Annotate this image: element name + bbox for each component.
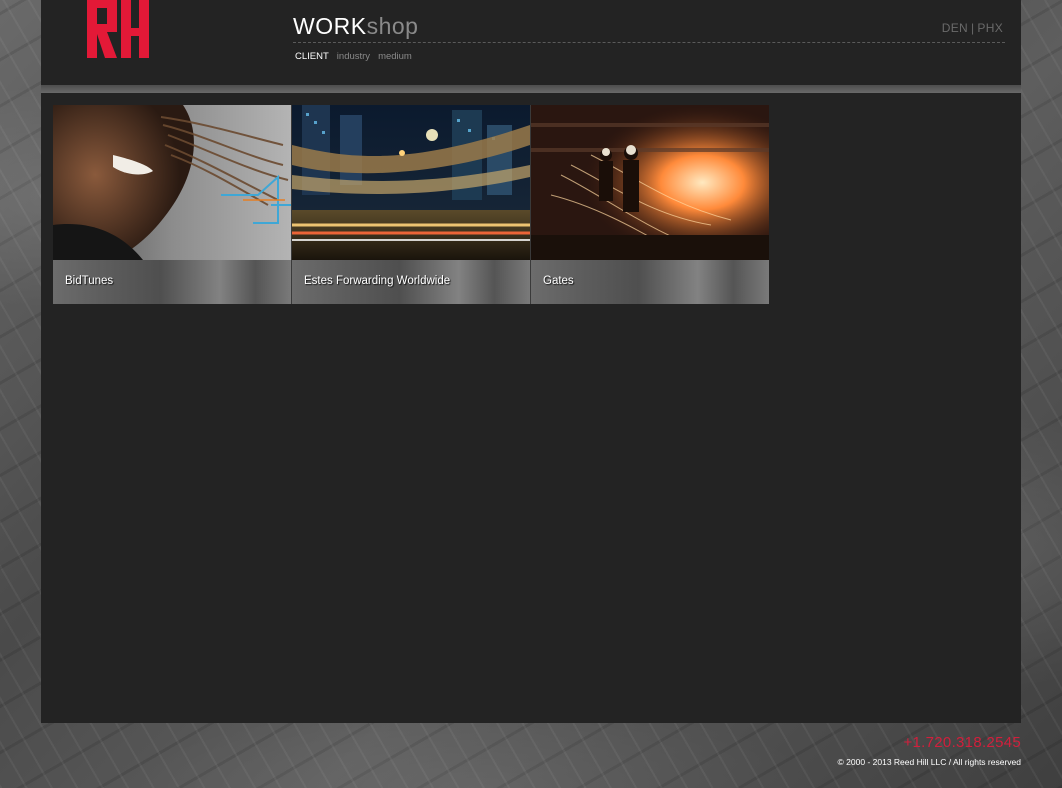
tile-label: Estes Forwarding Worldwide [304, 275, 451, 287]
header-band [41, 85, 1021, 93]
location-den-link[interactable]: DEN [942, 21, 968, 35]
client-tile-estes[interactable]: Estes Forwarding Worldwide [292, 105, 531, 304]
tile-label: BidTunes [65, 275, 114, 287]
header-divider [293, 42, 1005, 43]
client-tile-gates[interactable]: Gates [531, 105, 770, 304]
page-title-strong: WORK [293, 13, 367, 39]
copyright-notice: © 2000 - 2013 Reed Hill LLC / All rights… [837, 757, 1021, 767]
rh-logo[interactable] [87, 0, 149, 58]
tab-client[interactable]: CLIENT [295, 51, 329, 62]
site-header: WORKshop DEN | PHX CLIENT industry medium [41, 0, 1021, 85]
location-switcher: DEN | PHX [942, 21, 1003, 35]
client-grid: BidTunes Estes Forwarding Worldwide Gate… [53, 105, 770, 304]
main-panel: BidTunes Estes Forwarding Worldwide Gate… [41, 93, 1021, 723]
portrait-dreadlocks-image [53, 105, 291, 260]
tile-caption: BidTunes [53, 260, 291, 304]
tile-caption: Estes Forwarding Worldwide [292, 260, 530, 304]
page-title-light: shop [366, 13, 419, 39]
client-tile-bidtunes[interactable]: BidTunes [53, 105, 292, 304]
filter-tabs: CLIENT industry medium [295, 51, 412, 62]
steel-workers-sparks-image [531, 105, 769, 260]
night-highway-image [292, 105, 530, 260]
phone-number[interactable]: +1.720.318.2545 [903, 734, 1021, 751]
tab-industry[interactable]: industry [337, 51, 370, 62]
location-phx-link[interactable]: PHX [977, 21, 1003, 35]
tab-medium[interactable]: medium [378, 51, 412, 62]
tile-label: Gates [543, 275, 574, 287]
tile-caption: Gates [531, 260, 769, 304]
location-separator: | [971, 21, 975, 35]
page-title: WORKshop [293, 11, 418, 41]
